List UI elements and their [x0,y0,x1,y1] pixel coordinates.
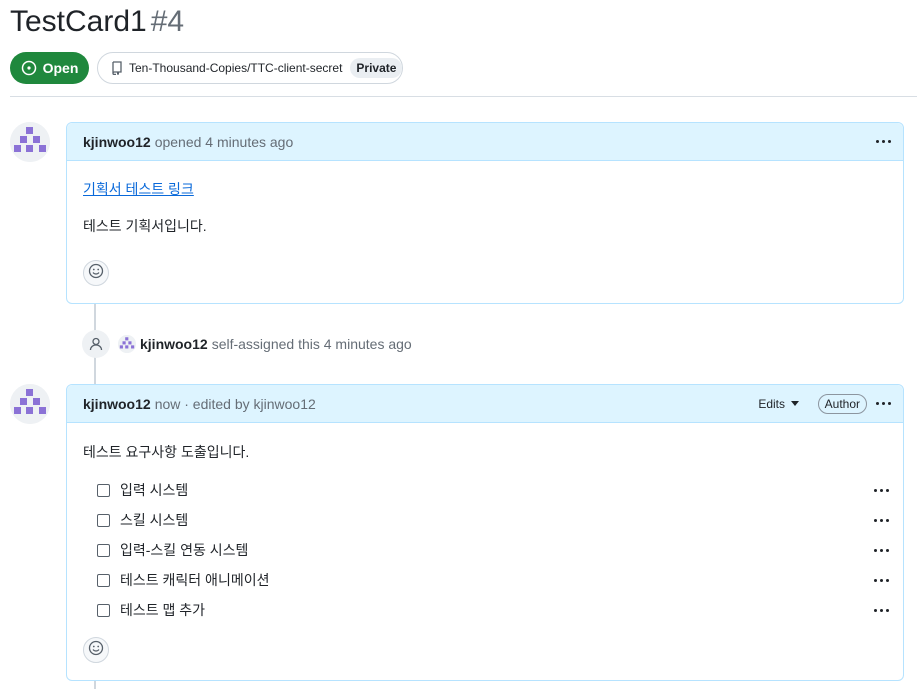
smiley-icon [88,640,104,661]
task-menu-button[interactable] [871,602,891,618]
repo-name: Ten-Thousand-Copies/TTC-client-secret [129,61,343,75]
kebab-horizontal-icon [873,518,877,522]
issue-opened-icon [21,60,37,76]
task-list-item: 스킬 시스템 [97,505,891,535]
issue-title-text: TestCard1 [10,5,147,38]
comment-meta: now · edited by kjinwoo12 [154,395,316,412]
task-checkbox[interactable] [97,483,110,497]
kebab-horizontal-icon [873,608,877,612]
task-list-item: 입력-스킬 연동 시스템 [97,535,891,565]
comment-menu-button[interactable] [873,134,893,150]
task-menu-button[interactable] [871,482,891,498]
person-icon [82,330,110,358]
avatar[interactable] [10,384,50,424]
triangle-down-icon [791,401,799,406]
task-checkbox[interactable] [97,513,110,527]
comment-author[interactable]: kjinwoo12 [83,396,151,412]
plan-link[interactable]: 기획서 테스트 링크 [83,181,194,197]
author-badge: Author [817,393,867,414]
issue-number: #4 [150,5,185,38]
avatar[interactable] [10,122,50,162]
smiley-icon [88,263,104,284]
comment-header: kjinwoo12 now · edited by kjinwoo12 Edit… [67,385,903,423]
edits-label: Edits [758,396,785,411]
repo-link[interactable]: Ten-Thousand-Copies/TTC-client-secret Pr… [97,52,403,84]
repo-icon [111,61,123,75]
kebab-horizontal-icon [875,140,879,143]
add-reaction-button[interactable] [83,637,109,663]
task-checkbox[interactable] [97,603,110,617]
comment-menu-button[interactable] [873,396,893,412]
issue-state-badge: Open [10,52,89,84]
header-divider [10,96,917,97]
task-menu-button[interactable] [871,572,891,588]
comment-body-text: 테스트 요구사항 도출입니다. [83,444,250,460]
event-avatar[interactable] [118,335,136,353]
task-label: 테스트 캐릭터 애니메이션 [120,572,270,588]
comment-opening: kjinwoo12 opened 4 minutes ago 기획서 테스트 링… [66,122,904,304]
task-checkbox[interactable] [97,573,110,587]
task-label: 입력 시스템 [120,482,189,498]
task-checkbox[interactable] [97,543,110,557]
kebab-horizontal-icon [875,402,879,405]
task-label: 스킬 시스템 [120,512,189,528]
task-menu-button[interactable] [871,542,891,558]
task-list-item: 입력 시스템 [97,475,891,505]
timeline-line [94,680,96,689]
kebab-horizontal-icon [873,488,877,492]
kebab-horizontal-icon [873,548,877,552]
comment-author[interactable]: kjinwoo12 [83,134,151,150]
task-label: 테스트 맵 추가 [120,602,206,618]
issue-title: TestCard1 #4 [10,2,184,42]
comment-meta: opened 4 minutes ago [154,133,294,150]
edits-dropdown[interactable]: Edits [758,397,799,411]
comment-requirements: kjinwoo12 now · edited by kjinwoo12 Edit… [66,384,904,681]
task-list-item: 테스트 캐릭터 애니메이션 [97,565,891,595]
timeline-event-assigned: kjinwoo12 self-assigned this 4 minutes a… [82,330,412,358]
issue-state-label: Open [42,60,79,76]
event-actor[interactable]: kjinwoo12 [140,336,208,352]
event-text: self-assigned this 4 minutes ago [211,336,412,352]
visibility-badge: Private [350,58,403,78]
comment-link[interactable]: 기획서 테스트 링크 [83,179,194,199]
kebab-horizontal-icon [873,578,877,582]
comment-body-text: 테스트 기획서입니다. [83,218,207,234]
comment-header: kjinwoo12 opened 4 minutes ago [67,123,903,161]
add-reaction-button[interactable] [83,260,109,286]
task-menu-button[interactable] [871,512,891,528]
task-label: 입력-스킬 연동 시스템 [120,542,249,558]
task-list-item: 테스트 맵 추가 [97,595,891,625]
